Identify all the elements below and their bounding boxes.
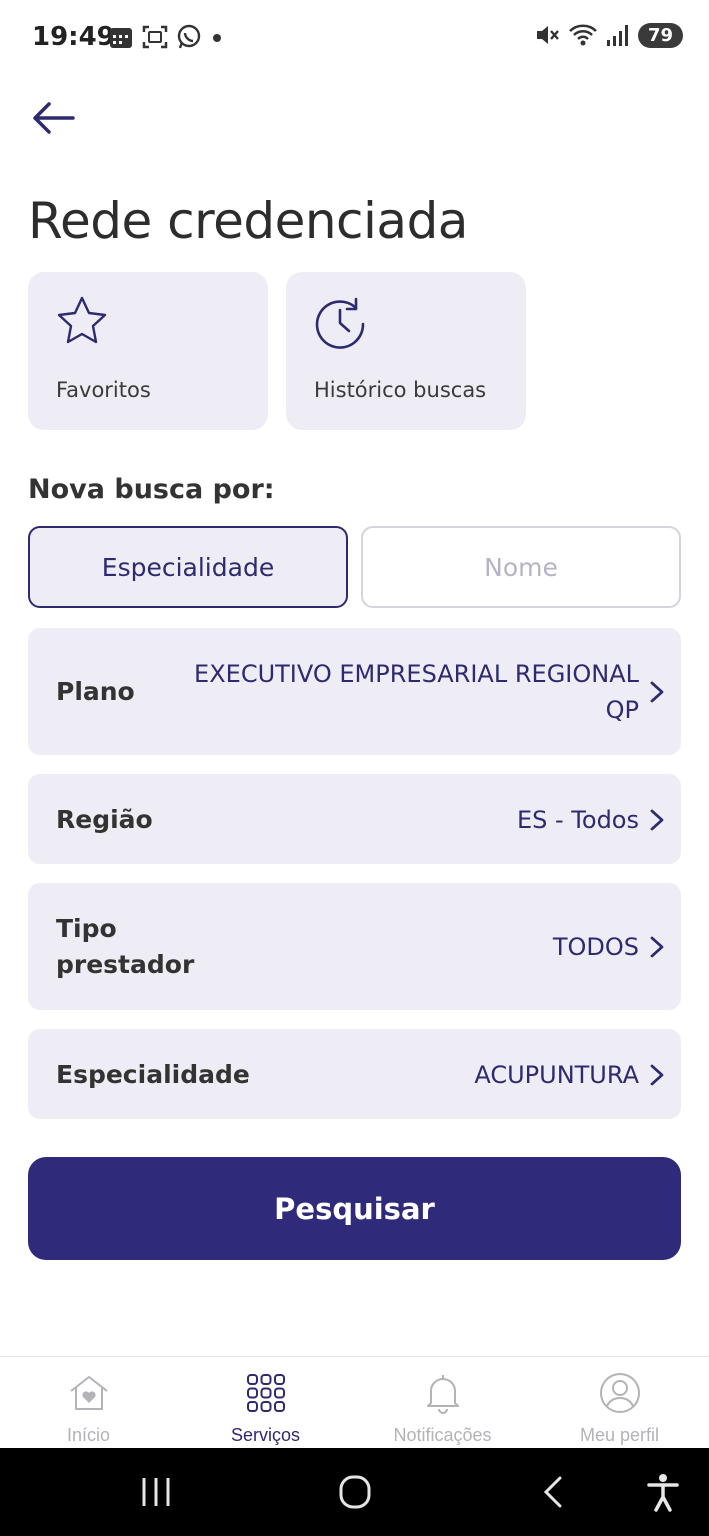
nav-item-meu-perfil[interactable]: Meu perfil	[531, 1357, 708, 1449]
home-heart-icon	[69, 1376, 108, 1410]
nav-item-inicio[interactable]: Início	[0, 1357, 177, 1449]
favorites-card[interactable]: Favoritos	[28, 272, 268, 430]
provider-type-value: TODOS	[552, 933, 639, 961]
nav-item-servicos[interactable]: Serviços	[177, 1357, 354, 1449]
status-bar: 19:49 79	[0, 0, 709, 76]
plan-filter-row[interactable]: Plano EXECUTIVO EMPRESARIAL REGIONAL QP	[28, 628, 681, 755]
new-search-label: Nova busca por:	[28, 474, 275, 505]
tab-especialidade[interactable]: Especialidade	[28, 526, 348, 608]
nav-label-notificacoes: Notificações	[393, 1425, 492, 1445]
arrow-left-icon	[33, 102, 75, 134]
history-card[interactable]: Histórico buscas	[286, 272, 526, 430]
status-right-icons: 79	[534, 22, 683, 48]
history-icon	[315, 297, 365, 349]
provider-type-filter-row[interactable]: Tipo prestador TODOS	[28, 883, 681, 1010]
tab-nome[interactable]: Nome	[361, 526, 681, 608]
nav-label-meu-perfil: Meu perfil	[579, 1425, 660, 1445]
grid-icon	[246, 1374, 285, 1412]
chevron-right-icon	[650, 681, 664, 703]
screenshot-icon	[142, 25, 168, 49]
star-icon	[57, 296, 107, 344]
signal-icon	[606, 25, 628, 46]
back-nav-icon[interactable]	[532, 1472, 576, 1512]
dot-icon	[213, 34, 221, 42]
chevron-right-icon	[650, 1064, 664, 1086]
chevron-right-icon	[650, 936, 664, 958]
chevron-right-icon	[650, 809, 664, 831]
plan-label: Plano	[56, 677, 135, 706]
status-time: 19:49	[32, 22, 115, 52]
accessibility-icon[interactable]	[641, 1472, 685, 1512]
nav-label-servicos: Serviços	[230, 1425, 301, 1445]
region-value: ES - Todos	[516, 806, 639, 834]
home-button-icon[interactable]	[333, 1472, 377, 1512]
search-button[interactable]: Pesquisar	[28, 1157, 681, 1260]
nav-label-inicio: Início	[66, 1425, 111, 1445]
bottom-nav: Início Serviços Notificações Meu perfil	[0, 1356, 709, 1448]
specialty-label: Especialidade	[56, 1060, 250, 1089]
user-circle-icon	[599, 1373, 640, 1413]
nav-item-notificacoes[interactable]: Notificações	[354, 1357, 531, 1449]
region-filter-row[interactable]: Região ES - Todos	[28, 774, 681, 864]
plan-value: EXECUTIVO EMPRESARIAL REGIONAL QP	[194, 660, 639, 724]
back-button[interactable]	[28, 96, 78, 140]
whatsapp-icon	[177, 24, 201, 49]
specialty-value: ACUPUNTURA	[474, 1061, 639, 1089]
bell-icon	[426, 1375, 459, 1414]
page-title: Rede credenciada	[28, 192, 468, 250]
system-nav-bar	[0, 1448, 709, 1536]
history-label: Histórico buscas	[314, 378, 487, 402]
status-left-icons	[108, 24, 224, 50]
mute-icon	[536, 26, 559, 44]
favorites-label: Favoritos	[56, 378, 151, 402]
specialty-filter-row[interactable]: Especialidade ACUPUNTURA	[28, 1029, 681, 1119]
region-label: Região	[56, 805, 153, 834]
calendar-icon	[110, 28, 132, 48]
battery-icon: 79	[637, 22, 683, 48]
wifi-icon	[569, 24, 597, 46]
provider-type-label: Tipo prestador	[56, 914, 195, 979]
recent-apps-icon[interactable]	[134, 1472, 178, 1512]
